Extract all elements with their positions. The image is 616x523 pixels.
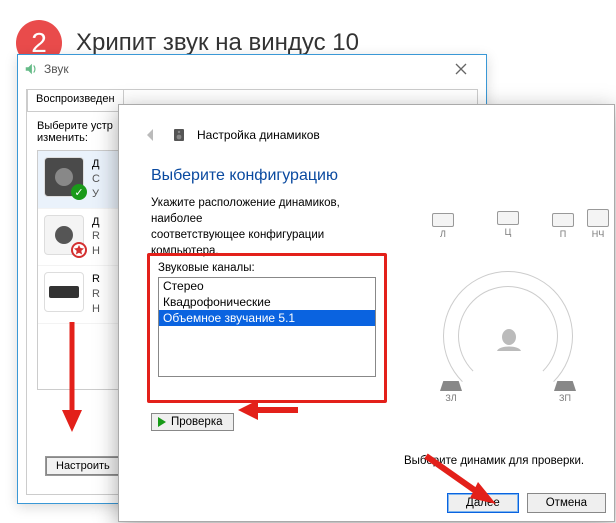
next-button[interactable]: Далее <box>447 493 519 513</box>
sound-dialog-title: Звук <box>44 62 69 76</box>
tab-playback[interactable]: Воспроизведен <box>27 89 124 111</box>
speaker-setup-wizard: Настройка динамиков Выберите конфигураци… <box>118 104 615 522</box>
channels-listbox[interactable]: Стерео Квадрофонические Объемное звучани… <box>158 277 376 377</box>
wizard-header: Настройка динамиков <box>119 105 614 151</box>
play-icon <box>158 417 166 427</box>
device-label: R <box>92 229 100 244</box>
configure-button[interactable]: Настроить <box>45 456 121 476</box>
back-button[interactable] <box>141 125 161 145</box>
spk-label: Л <box>440 229 446 239</box>
spk-label: НЧ <box>592 229 605 239</box>
wizard-subtext-line: Укажите расположение динамиков, наиболее <box>151 197 340 225</box>
speaker-front-left[interactable]: Л <box>428 213 458 239</box>
wizard-heading: Выберите конфигурацию <box>119 151 614 195</box>
page-title: Хрипит звук на виндус 10 <box>76 29 359 57</box>
channel-option-quad[interactable]: Квадрофонические <box>159 294 375 310</box>
device-label: Н <box>92 244 100 259</box>
bottom-hint: Выберите динамик для проверки. <box>404 455 604 467</box>
channel-option-stereo[interactable]: Стерео <box>159 278 375 294</box>
speaker-device-icon <box>44 215 84 255</box>
device-label: Д <box>92 157 100 172</box>
status-error-icon <box>71 242 87 258</box>
speaker-rear-right[interactable]: ЗП <box>550 381 580 403</box>
close-button[interactable] <box>442 58 480 80</box>
speaker-diagram: Л Ц П НЧ ЗЛ ЗП <box>408 211 608 411</box>
channels-label: Звуковые каналы: <box>158 262 376 274</box>
device-label: С <box>92 172 100 187</box>
cancel-button[interactable]: Отмена <box>527 493 606 513</box>
device-label: Д <box>92 215 100 230</box>
test-button-label: Проверка <box>171 416 223 428</box>
spk-label: Ц <box>505 227 512 237</box>
device-label: R <box>92 272 100 287</box>
speaker-icon <box>24 62 38 76</box>
test-button[interactable]: Проверка <box>151 413 234 431</box>
speaker-device-icon: ✓ <box>44 157 84 197</box>
spk-label: ЗЛ <box>445 393 456 403</box>
wizard-title: Настройка динамиков <box>197 128 320 142</box>
speaker-subwoofer[interactable]: НЧ <box>583 209 613 239</box>
wizard-button-row: Далее Отмена <box>447 493 606 513</box>
channel-option-5-1[interactable]: Объемное звучание 5.1 <box>159 310 375 326</box>
receiver-device-icon <box>44 272 84 312</box>
listener-head-icon <box>494 327 524 353</box>
device-label: У <box>92 187 100 202</box>
status-ok-icon: ✓ <box>71 184 87 200</box>
sound-dialog-titlebar: Звук <box>18 55 486 83</box>
device-label: R <box>92 287 100 302</box>
spk-label: П <box>560 229 566 239</box>
device-label: Н <box>92 302 100 317</box>
channels-highlight-box: Звуковые каналы: Стерео Квадрофонические… <box>147 253 387 403</box>
speaker-center[interactable]: Ц <box>493 211 523 237</box>
speaker-icon <box>171 127 187 143</box>
speaker-front-right[interactable]: П <box>548 213 578 239</box>
speaker-rear-left[interactable]: ЗЛ <box>436 381 466 403</box>
spk-label: ЗП <box>559 393 571 403</box>
